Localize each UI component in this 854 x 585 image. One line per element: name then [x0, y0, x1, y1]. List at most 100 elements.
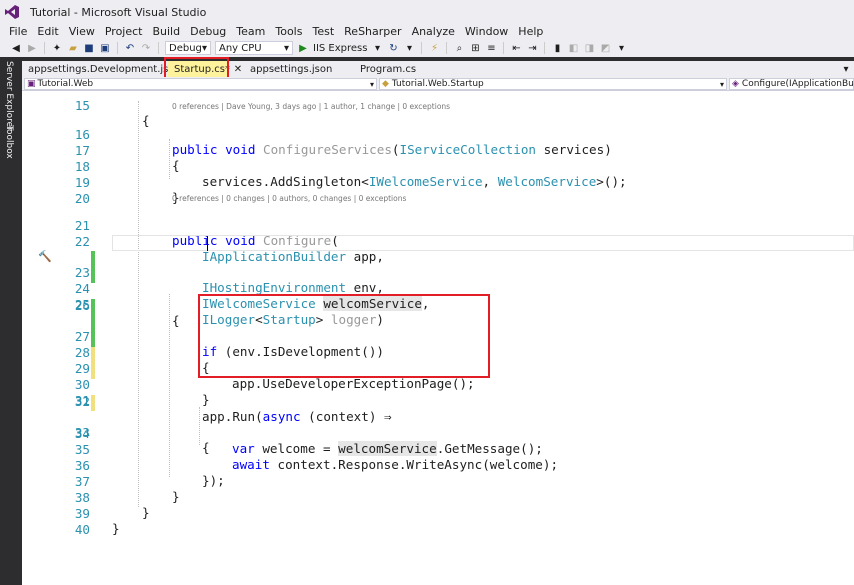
menu-edit[interactable]: Edit — [32, 24, 63, 39]
if-block-highlight-box — [198, 294, 490, 378]
server-explorer-tab[interactable]: Server Explorer — [4, 61, 14, 131]
solution-configuration-dropdown[interactable]: Debug ▾ — [165, 41, 211, 55]
code-line: 34 var welcome = welcomService.GetMessag… — [22, 411, 854, 456]
csharp-project-icon: ▣ — [27, 79, 36, 89]
menu-debug[interactable]: Debug — [185, 24, 231, 39]
navigation-bar: ▣ Tutorial.Web ▾ ◆ Tutorial.Web.Startup … — [22, 77, 854, 91]
code-line: 22 IApplicationBuilder app, — [22, 219, 854, 264]
code-line: 24 IWelcomeService welcomService, — [22, 251, 854, 311]
tab-program-cs[interactable]: Program.cs — [340, 61, 436, 77]
close-icon[interactable]: ✕ — [232, 63, 244, 75]
tab-appsettings-json[interactable]: appsettings.json — [244, 61, 340, 77]
comment-icon[interactable]: ≡ — [485, 42, 497, 54]
start-debugging-icon[interactable]: ▶ — [297, 42, 309, 54]
refresh-icon[interactable]: ↻ — [387, 42, 399, 54]
code-line: 38 } — [22, 475, 854, 520]
new-project-icon[interactable]: ✦ — [51, 42, 63, 54]
redo-icon[interactable]: ↷ — [140, 42, 152, 54]
change-indicator-saved — [91, 315, 95, 331]
change-indicator-unsaved — [91, 347, 95, 363]
codelens-info[interactable]: 0 references | 0 changes | 0 authors, 0 … — [172, 194, 406, 203]
text-caret — [207, 236, 208, 251]
change-indicator-unsaved — [91, 363, 95, 379]
member-value: Configure(IApplicationBuilde — [741, 79, 854, 89]
solution-platform-dropdown[interactable]: Any CPU ▾ — [215, 41, 293, 55]
menu-build[interactable]: Build — [147, 24, 185, 39]
menu-help[interactable]: Help — [513, 24, 548, 39]
tab-label: appsettings.json — [250, 63, 333, 75]
change-indicator-saved — [91, 267, 95, 283]
class-icon: ◆ — [382, 79, 389, 89]
menu-window[interactable]: Window — [460, 24, 513, 39]
chevron-down-icon: ▾ — [283, 42, 289, 54]
code-line: 33 { — [22, 395, 854, 455]
toolbar-separator — [158, 42, 159, 54]
save-icon[interactable]: ■ — [83, 42, 95, 54]
code-line: 37 } — [22, 459, 854, 504]
member-dropdown[interactable]: ◈ Configure(IApplicationBuilde — [729, 78, 854, 90]
menu-analyze[interactable]: Analyze — [407, 24, 460, 39]
code-line: 25 ILogger<Startup> logger) — [22, 267, 854, 327]
tab-list-dropdown-icon[interactable]: ▾ — [840, 63, 852, 75]
chevron-down-icon: ▾ — [201, 42, 207, 54]
change-indicator-unsaved — [91, 395, 95, 411]
menu-view[interactable]: View — [64, 24, 100, 39]
chevron-down-icon: ▾ — [719, 79, 724, 89]
browser-link-icon[interactable]: ⚡ — [428, 42, 440, 54]
code-line: 21 public void Configure( — [22, 203, 854, 248]
menu-resharper[interactable]: ReSharper — [339, 24, 406, 39]
code-line: 15 { — [22, 91, 854, 128]
chevron-down-icon[interactable]: ▾ — [403, 42, 415, 54]
undo-icon[interactable]: ↶ — [124, 42, 136, 54]
change-indicator-saved — [91, 299, 95, 315]
menu-tools[interactable]: Tools — [270, 24, 307, 39]
code-line: 19 } — [22, 160, 854, 205]
method-icon: ◈ — [732, 79, 739, 89]
code-line: 35 await context.Response.WriteAsync(wel… — [22, 427, 854, 472]
code-text: } — [112, 521, 120, 536]
toolbox-tab[interactable]: Toolbox — [4, 125, 14, 159]
project-value: Tutorial.Web — [37, 79, 94, 89]
chevron-down-icon[interactable]: ▾ — [371, 42, 383, 54]
toolbar-separator — [421, 42, 423, 54]
find-in-files-icon[interactable]: ⌕ — [453, 42, 465, 54]
menu-project[interactable]: Project — [100, 24, 148, 39]
toolbar-separator — [44, 42, 45, 54]
bookmark-icon[interactable]: ▮ — [551, 42, 563, 54]
navigate-back-icon[interactable]: ◀ — [10, 42, 22, 54]
next-bookmark-icon[interactable]: ◨ — [583, 42, 595, 54]
outdent-icon[interactable]: ⇤ — [510, 42, 522, 54]
toolbar-overflow-icon[interactable]: ▾ — [615, 42, 627, 54]
line-number: 15 — [74, 98, 90, 113]
project-dropdown[interactable]: ▣ Tutorial.Web ▾ — [24, 78, 377, 90]
navigate-forward-icon[interactable]: ▶ — [26, 42, 38, 54]
tab-appsettings-development[interactable]: appsettings.Development.json — [22, 61, 181, 77]
menu-file[interactable]: File — [4, 24, 32, 39]
tab-label: Program.cs — [360, 63, 417, 75]
change-indicator-saved — [91, 331, 95, 347]
clear-bookmarks-icon[interactable]: ◩ — [599, 42, 611, 54]
codelens-info[interactable]: 0 references | Dave Young, 3 days ago | … — [172, 102, 450, 111]
menu-test[interactable]: Test — [307, 24, 339, 39]
type-value: Tutorial.Web.Startup — [391, 79, 484, 89]
title-bar: Tutorial - Microsoft Visual Studio — [0, 0, 854, 24]
solution-explorer-icon[interactable]: ⊞ — [469, 42, 481, 54]
code-line: 39 } — [22, 491, 854, 536]
open-file-icon[interactable]: ▰ — [67, 42, 79, 54]
save-all-icon[interactable]: ▣ — [99, 42, 111, 54]
code-line current-line: 23 IHostingEnvironment env, — [22, 235, 854, 295]
tab-label: appsettings.Development.json — [28, 63, 181, 75]
chevron-down-icon: ▾ — [369, 79, 374, 89]
standard-toolbar: ◀ ▶ ✦ ▰ ■ ▣ ↶ ↷ Debug ▾ Any CPU ▾ ▶ IIS … — [0, 39, 854, 57]
visual-studio-logo-icon[interactable] — [0, 0, 24, 24]
indent-icon[interactable]: ⇥ — [526, 42, 538, 54]
menu-team[interactable]: Team — [231, 24, 270, 39]
run-target-button[interactable]: IIS Express — [313, 43, 367, 54]
previous-bookmark-icon[interactable]: ◧ — [567, 42, 579, 54]
side-tool-rail: Server Explorer Toolbox — [0, 57, 22, 585]
toolbar-separator — [544, 42, 546, 54]
type-dropdown[interactable]: ◆ Tutorial.Web.Startup ▾ — [379, 78, 727, 90]
menu-bar: File Edit View Project Build Debug Team … — [0, 24, 854, 39]
document-tab-well: appsettings.Development.json Startup.cs*… — [22, 61, 854, 77]
code-editor[interactable]: 🔨 15 { 0 references | Dave Young, 3 days… — [22, 91, 854, 585]
